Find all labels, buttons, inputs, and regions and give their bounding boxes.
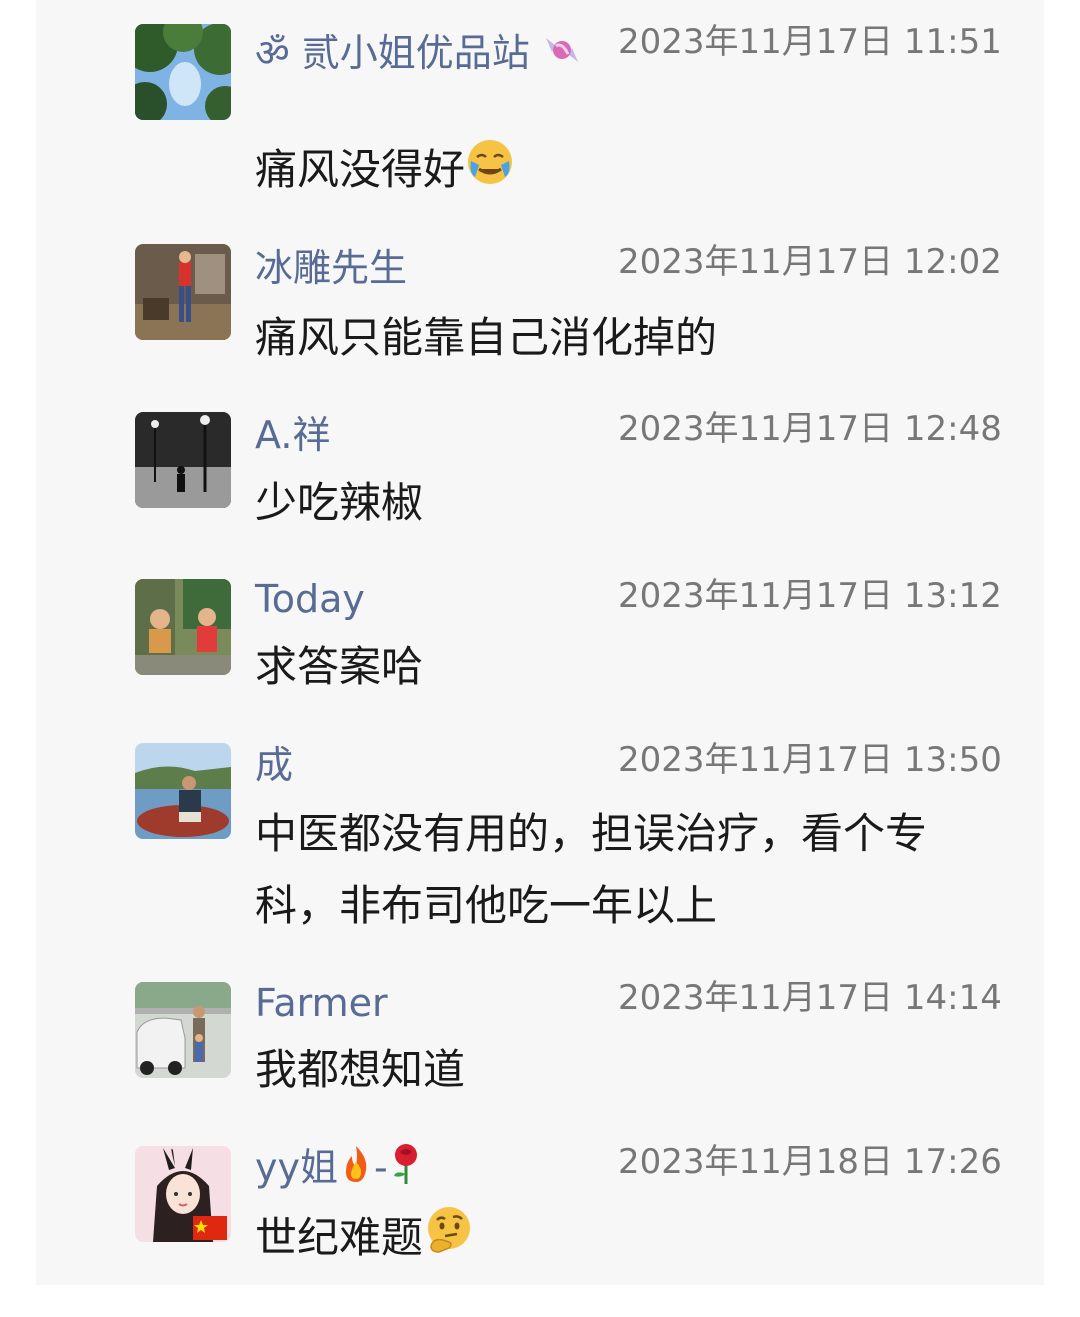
candy-icon — [542, 30, 582, 82]
commenter-name[interactable]: A.祥 — [255, 410, 330, 460]
thinking-face-icon — [423, 1204, 475, 1278]
comment-text-line: 中医都没有用的，担误治疗，看个专 — [255, 809, 928, 858]
comment-text-line: 科，非布司他吃一年以上 — [255, 881, 718, 930]
crying-face-icon — [465, 137, 515, 209]
comment-text: 痛风没得好 — [255, 134, 995, 209]
name-dash: - — [373, 1145, 388, 1190]
comment-text: 我都想知道 — [255, 1045, 466, 1094]
commenter-name[interactable]: Today — [255, 574, 365, 624]
commenter-name[interactable]: Farmer — [255, 978, 388, 1028]
name-text: 贰小姐优品站 — [301, 31, 530, 75]
comment-text: 少吃辣椒 — [255, 478, 424, 527]
avatar[interactable] — [135, 412, 231, 508]
avatar[interactable] — [135, 1146, 231, 1242]
commenter-name[interactable]: 冰雕先生 — [255, 243, 407, 293]
comments-panel: ॐ 贰小姐优品站 2023年11月17日 11:51 痛风没得好 冰雕先生 20… — [36, 0, 1044, 1285]
comment-text: 中医都没有用的，担误治疗，看个专 科，非布司他吃一年以上 — [255, 798, 995, 942]
timestamp: 2023年11月17日 13:12 — [618, 576, 1002, 616]
name-text: yy姐 — [255, 1145, 338, 1190]
commenter-name[interactable]: yy姐 - — [255, 1142, 424, 1192]
comment-text: 痛风只能靠自己消化掉的 — [255, 313, 718, 362]
avatar[interactable] — [135, 743, 231, 839]
timestamp: 2023年11月17日 11:51 — [618, 22, 1002, 62]
avatar[interactable] — [135, 24, 231, 120]
timestamp: 2023年11月18日 17:26 — [618, 1142, 1002, 1182]
avatar[interactable] — [135, 982, 231, 1078]
comment-text: 世纪难题 — [255, 1202, 995, 1278]
timestamp: 2023年11月17日 14:14 — [618, 978, 1002, 1018]
timestamp: 2023年11月17日 13:50 — [618, 740, 1002, 780]
commenter-name[interactable]: ॐ 贰小姐优品站 — [255, 28, 582, 78]
comment-text-content: 世纪难题 — [255, 1213, 424, 1262]
comment-text: 求答案哈 — [255, 642, 424, 691]
om-symbol: ॐ — [255, 31, 290, 75]
fire-icon — [338, 1144, 374, 1196]
commenter-name[interactable]: 成 — [255, 740, 293, 790]
avatar[interactable] — [135, 579, 231, 675]
timestamp: 2023年11月17日 12:48 — [618, 409, 1002, 449]
timestamp: 2023年11月17日 12:02 — [618, 242, 1002, 282]
comment-text-content: 痛风没得好 — [255, 145, 466, 194]
rose-icon — [388, 1142, 424, 1198]
avatar[interactable] — [135, 244, 231, 340]
